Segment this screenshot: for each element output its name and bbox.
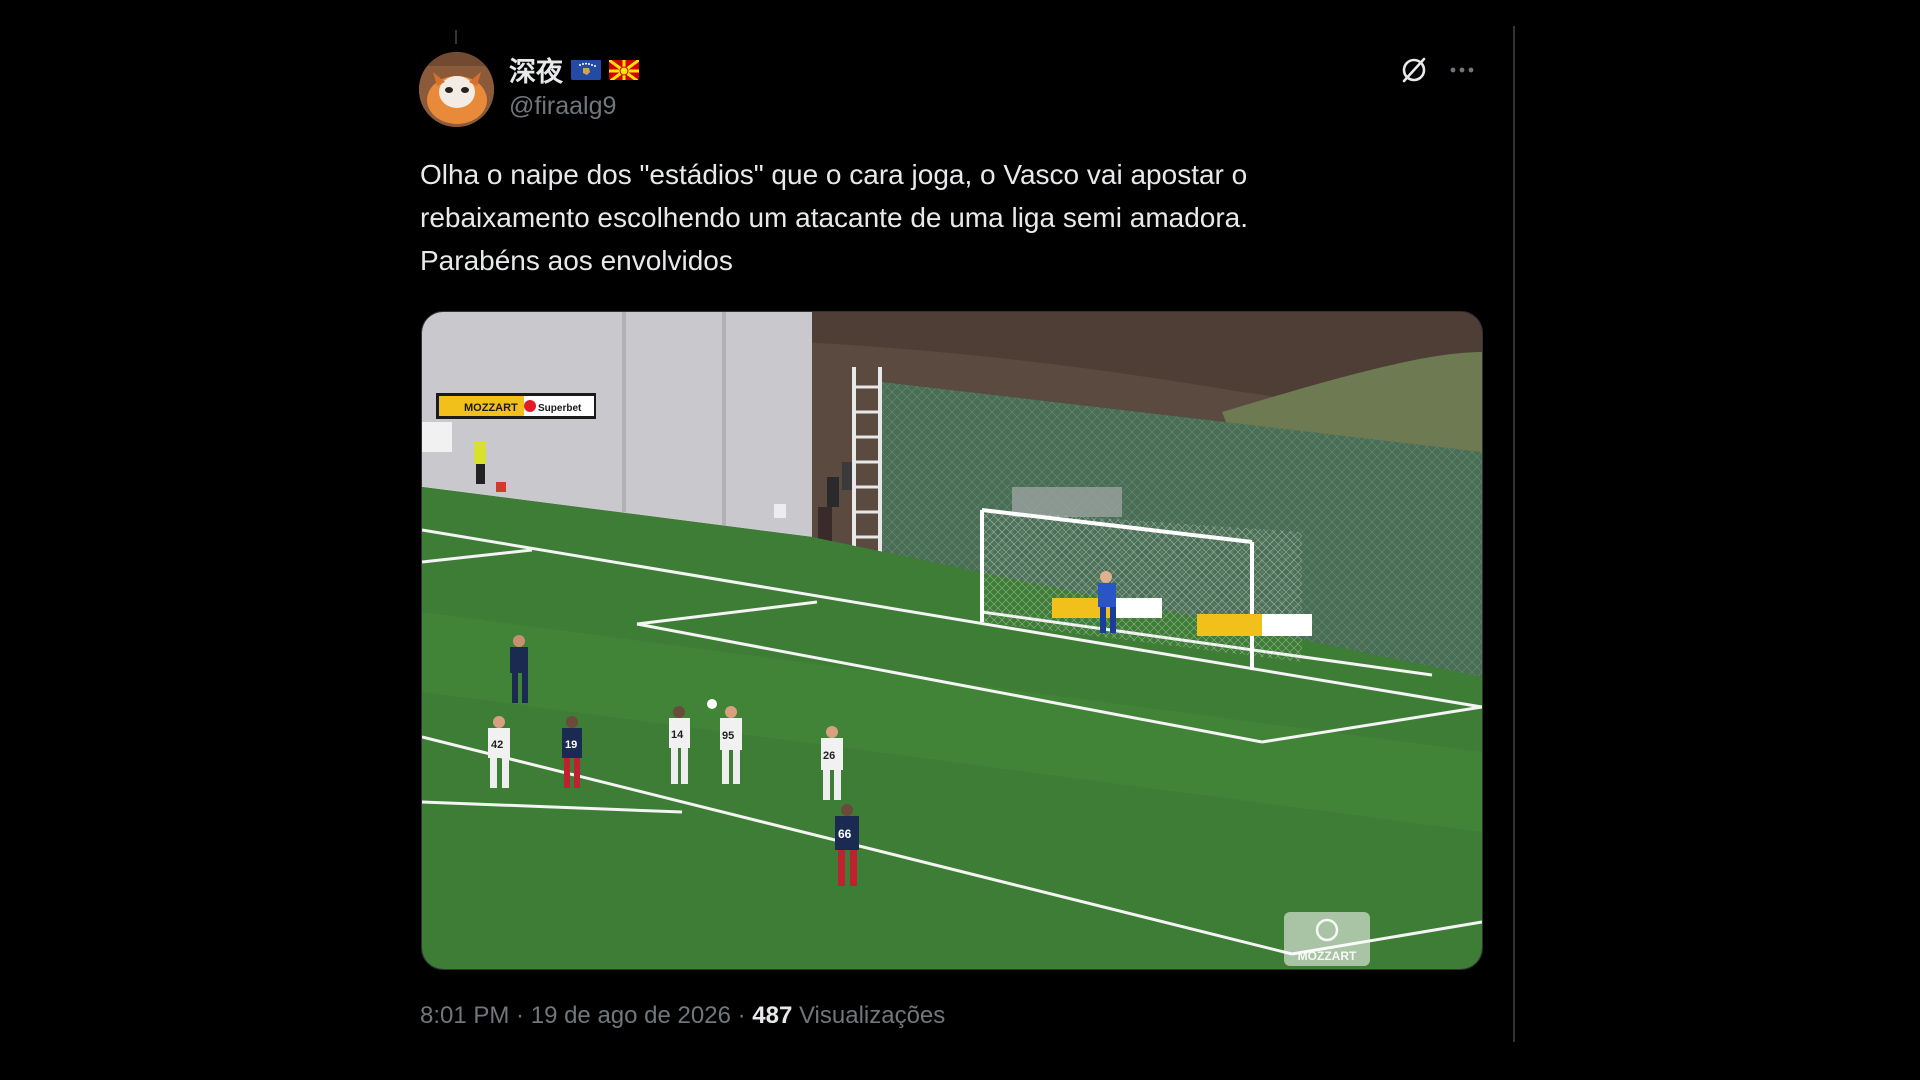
video-watermark: MOZZART xyxy=(1298,949,1357,963)
tweet-text-line: rebaixamento escolhendo um atacante de u… xyxy=(420,202,1249,233)
shirt-number: 14 xyxy=(671,729,684,741)
sponsor-board-label: Superbet xyxy=(538,403,582,414)
shirt-number: 95 xyxy=(722,730,734,742)
tweet-time[interactable]: 8:01 PM xyxy=(420,1002,509,1029)
author-display-name[interactable]: 深夜 xyxy=(509,50,563,89)
football-pitch-image: MOZZART Superbet 42 19 14 95 26 66 MOZZA… xyxy=(422,312,1482,969)
tweet-text-line: Olha o naipe dos "estádios" que o cara j… xyxy=(420,159,1248,190)
tweet-text-line: Parabéns aos envolvidos xyxy=(420,245,733,276)
kosovo-flag-icon xyxy=(571,58,601,80)
author-handle[interactable]: @firaalg9 xyxy=(509,92,616,121)
views-label: Visualizações xyxy=(798,1002,946,1029)
more-horizontal-icon[interactable] xyxy=(1444,52,1480,88)
shirt-number: 66 xyxy=(838,827,852,841)
tweet-text: Olha o naipe dos "estádios" que o cara j… xyxy=(420,153,1480,282)
views-count: 487 xyxy=(752,1002,793,1029)
tweet-page: 深夜 @firaalg9 Olha o naipe dos "estádios"… xyxy=(0,0,1920,1080)
shirt-number: 42 xyxy=(491,739,503,751)
avatar-image xyxy=(419,52,494,127)
meta-separator: · xyxy=(730,1002,753,1029)
shirt-number: 19 xyxy=(565,739,577,751)
author-name-row[interactable]: 深夜 xyxy=(509,50,639,88)
shirt-number: 26 xyxy=(823,750,835,762)
avatar[interactable] xyxy=(419,52,494,127)
tweet-date[interactable]: 19 de ago de 2026 xyxy=(531,1002,731,1029)
meta-separator: · xyxy=(509,1002,531,1029)
tweet-media-video[interactable]: MOZZART Superbet 42 19 14 95 26 66 MOZZA… xyxy=(421,311,1483,970)
timeline-right-border xyxy=(1513,26,1515,1042)
north-macedonia-flag-icon xyxy=(609,58,639,80)
tweet-meta: 8:01 PM · 19 de ago de 2026 · 487 Visual… xyxy=(420,1002,945,1030)
sponsor-board-label: MOZZART xyxy=(464,402,518,414)
slashed-circle-icon[interactable] xyxy=(1396,52,1432,88)
thread-connector-line xyxy=(455,30,457,44)
